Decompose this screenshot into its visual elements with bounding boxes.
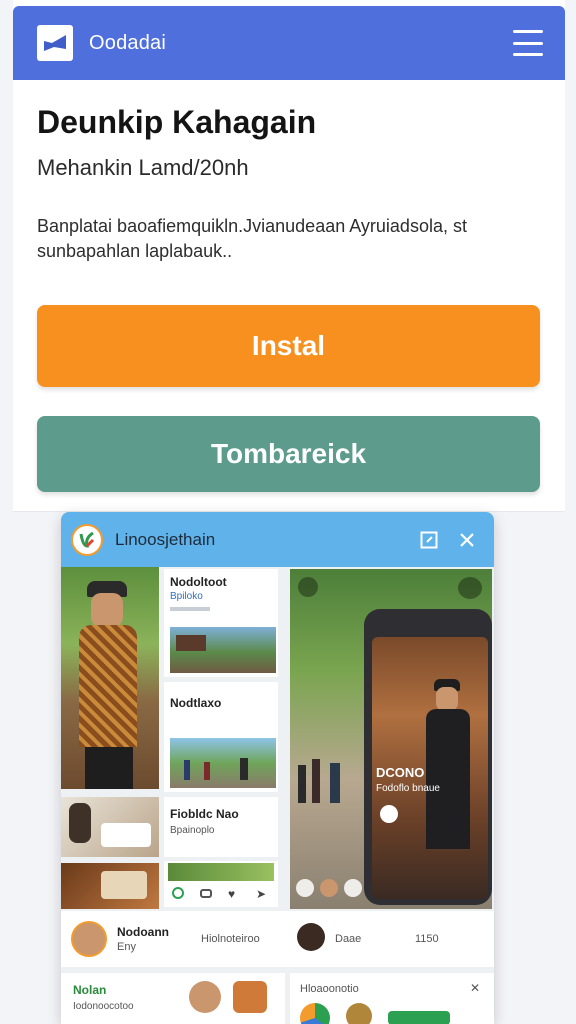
app-logo-icon [71, 523, 103, 556]
group-card[interactable]: Nolan Iodonoocotoo [61, 973, 285, 1024]
action-row: ♥ ➤ [164, 861, 278, 907]
screenshot-photo[interactable] [61, 863, 159, 909]
close-icon[interactable]: ✕ [470, 981, 480, 995]
app-detail: Deunkip Kahagain Mehankin Lamd/20nh Banp… [13, 80, 565, 512]
page-title: Deunkip Kahagain [37, 104, 317, 140]
profile-meta: Hiolnoteiroo [201, 933, 260, 945]
avatar [189, 981, 221, 1013]
like-icon[interactable] [172, 887, 184, 899]
screenshot-gallery: Nodoltoot Bpiloko Nodtlaxo Fiobldc Nao B… [61, 567, 494, 909]
list-item-sub: Bpainoplo [170, 825, 215, 836]
list-item[interactable]: Nodtlaxo [164, 682, 278, 792]
screenshot-photo[interactable]: DCONO Fodoflo bnaue [290, 569, 492, 909]
profile-card[interactable]: Nodoann Eny Hiolnoteiroo Daae 1150 [61, 911, 494, 967]
profile-name: Daae [335, 933, 362, 945]
brand-name: Oodadai [89, 31, 167, 54]
phone-mockup: DCONO Fodoflo bnaue [364, 609, 492, 905]
secondary-button[interactable]: Tombareick [37, 416, 540, 492]
back-icon[interactable] [296, 879, 314, 897]
play-icon[interactable] [380, 805, 398, 823]
app-screen: Oodadai Deunkip Kahagain Mehankin Lamd/2… [0, 0, 576, 1024]
info-title: Hloaoonotio [300, 983, 359, 995]
list-item[interactable]: Nodoltoot Bpiloko [164, 569, 278, 677]
action-button[interactable] [388, 1011, 450, 1024]
list-item-sub: Bpiloko [170, 591, 203, 602]
hamburger-icon[interactable] [513, 30, 543, 56]
list-item-title: Fiobldc Nao [170, 807, 239, 821]
more-icon[interactable] [344, 879, 362, 897]
info-card[interactable]: Hloaoonotio ✕ [290, 973, 494, 1024]
popup-title: Linoosjethain [115, 529, 216, 549]
comment-icon[interactable] [200, 889, 212, 898]
screenshot-photo[interactable] [61, 797, 159, 857]
bottom-controls [296, 875, 376, 901]
avatar [233, 981, 267, 1013]
profile-sub: Eny [117, 941, 136, 953]
profile-name: Nodoann [117, 925, 169, 939]
popup-header: Linoosjethain [61, 512, 494, 567]
install-button[interactable]: Instal [37, 305, 540, 387]
page-subtitle: Mehankin Lamd/20nh [37, 155, 249, 180]
group-sub: Iodonoocotoo [73, 1001, 134, 1012]
chart-icon [300, 1003, 330, 1024]
close-icon[interactable] [454, 527, 480, 553]
heart-icon[interactable]: ♥ [228, 887, 235, 901]
avatar [297, 923, 325, 951]
list-item-title: Nodoltoot [170, 575, 227, 589]
preview-popup: Linoosjethain Nodoltoot Bpiloko Nodtlaxo… [61, 512, 494, 1024]
phone-caption: DCONO [376, 765, 425, 780]
group-name: Nolan [73, 983, 107, 997]
right-margin [565, 0, 576, 1024]
app-description: Banplatai baoafiemquikln.Jvianudeaan Ayr… [37, 216, 467, 261]
avatar [71, 921, 107, 957]
expand-icon[interactable] [416, 527, 442, 553]
profile-cards: Nodoann Eny Hiolnoteiroo Daae 1150 Nolan… [61, 909, 494, 1024]
counter-badge [458, 577, 482, 599]
avatar [346, 1003, 372, 1024]
list-item-title: Nodtlaxo [170, 696, 222, 710]
profile-meta: 1150 [415, 933, 439, 945]
phone-caption: Fodoflo bnaue [376, 783, 440, 794]
screenshot-photo[interactable] [61, 567, 159, 789]
camera-icon[interactable] [298, 577, 318, 597]
top-bar: Oodadai [13, 6, 565, 80]
avatar[interactable] [320, 879, 338, 897]
left-margin [0, 0, 13, 1024]
list-item[interactable]: Fiobldc Nao Bpainoplo [164, 797, 278, 857]
flag-icon[interactable] [37, 25, 73, 61]
share-icon[interactable]: ➤ [256, 887, 266, 901]
